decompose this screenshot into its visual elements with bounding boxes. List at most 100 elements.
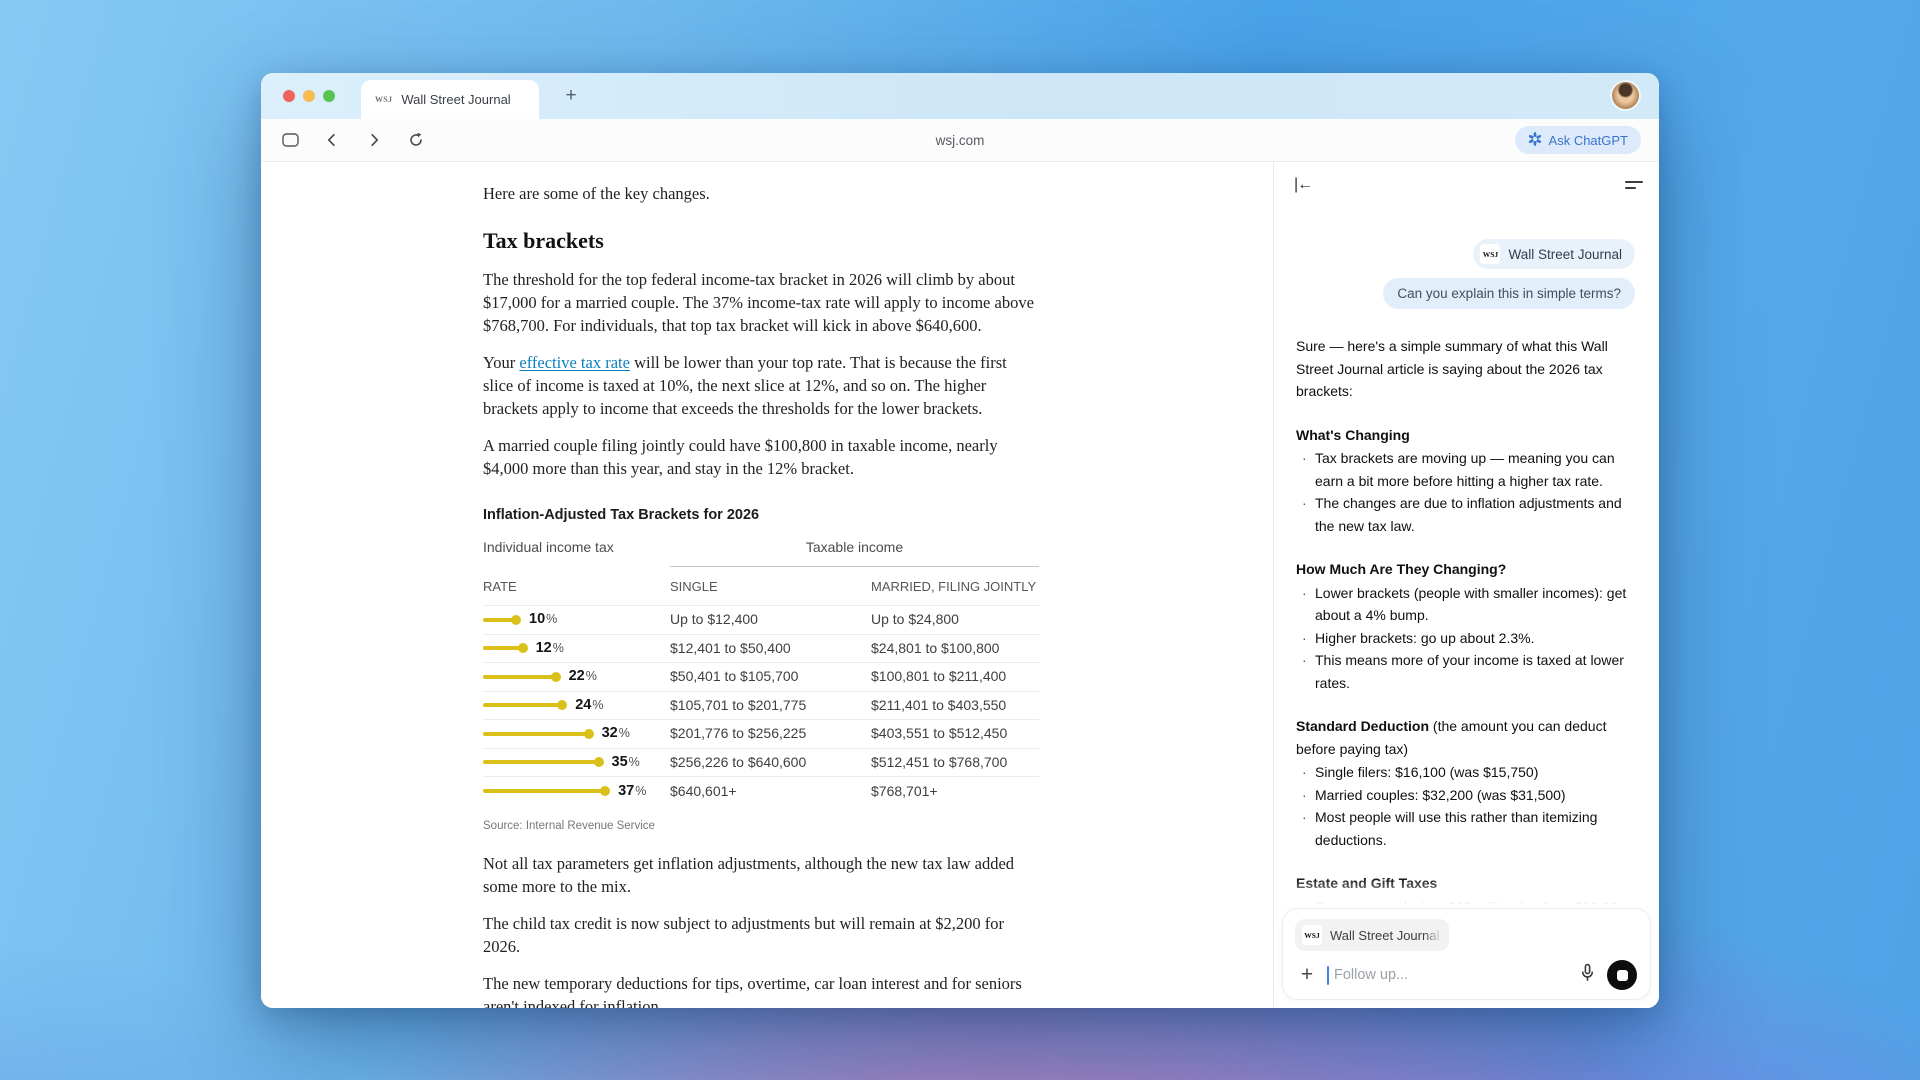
address-bar[interactable]: wsj.com <box>261 119 1659 161</box>
tab-wall-street-journal[interactable]: WSJ Wall Street Journal <box>361 80 539 119</box>
bracket-married-cell: $403,551 to $512,450 <box>871 722 1039 745</box>
assistant-section-heading: How Much Are They Changing? <box>1296 558 1635 581</box>
stop-generating-button[interactable] <box>1607 960 1637 990</box>
sidebar-menu-icon[interactable] <box>1625 181 1643 189</box>
bracket-row: 24%$105,701 to $201,775$211,401 to $403,… <box>483 692 1039 721</box>
follow-up-input[interactable] <box>1334 967 1568 983</box>
microphone-icon[interactable] <box>1578 963 1597 987</box>
minimize-window-button[interactable] <box>303 90 315 102</box>
attach-plus-icon[interactable]: + <box>1297 963 1317 987</box>
rate-bar <box>483 675 556 679</box>
wsj-logo-icon: WSJ <box>1480 244 1500 264</box>
assistant-bullet: Most people will use this rather than it… <box>1296 806 1635 851</box>
bracket-married-cell: $100,801 to $211,400 <box>871 665 1039 688</box>
bracket-married-cell: $512,451 to $768,700 <box>871 751 1039 774</box>
tax-brackets-table: Inflation-Adjusted Tax Brackets for 2026… <box>483 504 1039 838</box>
rate-bar <box>483 789 605 793</box>
assistant-bullet: Married couples: $32,200 (was $31,500) <box>1296 784 1635 807</box>
bracket-single-cell: $256,226 to $640,600 <box>670 751 871 774</box>
article-paragraph: The new temporary deductions for tips, o… <box>483 972 1039 1009</box>
effective-tax-rate-link[interactable]: effective tax rate <box>519 353 630 372</box>
assistant-intro: Sure — here's a simple summary of what t… <box>1296 335 1635 403</box>
assistant-bullet: The changes are due to inflation adjustm… <box>1296 492 1635 537</box>
bracket-married-cell: $24,801 to $100,800 <box>871 637 1039 660</box>
rate-bar <box>483 760 599 764</box>
tab-title: Wall Street Journal <box>401 92 510 107</box>
table-column-headers: RATE SINGLE MARRIED, FILING JOINTLY <box>483 567 1039 606</box>
openai-logo-icon <box>1528 132 1542 149</box>
bracket-rate-cell: 10% <box>483 608 670 631</box>
bracket-row: 35%$256,226 to $640,600$512,451 to $768,… <box>483 749 1039 778</box>
window-controls <box>283 90 335 102</box>
composer-context-chip[interactable]: WSJ Wall Street Journal <box>1295 919 1449 951</box>
rate-bar <box>483 646 523 650</box>
assistant-bullet-list: Tax brackets are moving up — meaning you… <box>1296 447 1635 537</box>
bracket-rate-cell: 24% <box>483 694 670 717</box>
bracket-rate-cell: 12% <box>483 637 670 660</box>
bracket-married-cell: $211,401 to $403,550 <box>871 694 1039 717</box>
table-source: Source: Internal Revenue Service <box>483 815 1039 838</box>
bracket-rate-cell: 37% <box>483 780 670 803</box>
bracket-single-cell: Up to $12,400 <box>670 608 871 631</box>
tab-strip: WSJ Wall Street Journal + <box>261 73 1659 119</box>
bracket-row: 22%$50,401 to $105,700$100,801 to $211,4… <box>483 663 1039 692</box>
article-paragraph: Your effective tax rate will be lower th… <box>483 351 1039 420</box>
bracket-rate-cell: 22% <box>483 665 670 688</box>
section-heading-tax-brackets: Tax brackets <box>483 228 1039 254</box>
article-paragraph: Not all tax parameters get inflation adj… <box>483 852 1039 898</box>
article-paragraph: The threshold for the top federal income… <box>483 268 1039 337</box>
rate-bar <box>483 618 516 622</box>
assistant-section-heading: What's Changing <box>1296 424 1635 447</box>
table-span-header: Taxable income <box>670 536 1039 567</box>
bracket-row: 12%$12,401 to $50,400$24,801 to $100,800 <box>483 635 1039 664</box>
bracket-single-cell: $201,776 to $256,225 <box>670 722 871 745</box>
bracket-single-cell: $640,601+ <box>670 780 871 803</box>
bracket-rate-cell: 35% <box>483 751 670 774</box>
bracket-married-cell: $768,701+ <box>871 780 1039 803</box>
chat-fade-overlay <box>1275 878 1659 912</box>
user-avatar[interactable] <box>1612 82 1639 109</box>
assistant-bullet: Higher brackets: go up about 2.3%. <box>1296 627 1635 650</box>
navigation-bar: wsj.com Ask ChatGPT <box>261 119 1659 162</box>
article-paragraph: A married couple filing jointly could ha… <box>483 434 1039 480</box>
assistant-bullet-list: Lower brackets (people with smaller inco… <box>1296 582 1635 695</box>
assistant-message: Sure — here's a simple summary of what t… <box>1296 335 1635 908</box>
article-paragraph: Here are some of the key changes. <box>483 182 1039 205</box>
assistant-bullet: Tax brackets are moving up — meaning you… <box>1296 447 1635 492</box>
text-cursor <box>1327 966 1329 985</box>
zoom-window-button[interactable] <box>323 90 335 102</box>
bracket-single-cell: $105,701 to $201,775 <box>670 694 871 717</box>
table-title: Inflation-Adjusted Tax Brackets for 2026 <box>483 504 1039 527</box>
wsj-logo-icon: WSJ <box>1302 925 1322 945</box>
bracket-single-cell: $50,401 to $105,700 <box>670 665 871 688</box>
assistant-bullet: Single filers: $16,100 (was $15,750) <box>1296 761 1635 784</box>
assistant-bullet-list: Single filers: $16,100 (was $15,750)Marr… <box>1296 761 1635 851</box>
user-message-bubble: Can you explain this in simple terms? <box>1383 278 1635 309</box>
rate-bar <box>483 732 589 736</box>
chatgpt-sidebar: |← WSJ Wall Street Journal Can you expla… <box>1273 163 1659 1008</box>
table-left-header: Individual income tax <box>483 536 670 567</box>
new-tab-button[interactable]: + <box>557 82 585 110</box>
page-context-chip: WSJ Wall Street Journal <box>1473 239 1635 269</box>
assistant-bullet: This means more of your income is taxed … <box>1296 649 1635 694</box>
close-window-button[interactable] <box>283 90 295 102</box>
bracket-rate-cell: 32% <box>483 722 670 745</box>
chat-thread: WSJ Wall Street Journal Can you explain … <box>1296 207 1635 908</box>
stop-icon <box>1617 970 1628 981</box>
rate-bar <box>483 703 562 707</box>
browser-window: WSJ Wall Street Journal + wsj.com <box>261 73 1659 1008</box>
chat-composer: WSJ Wall Street Journal + <box>1282 908 1651 1000</box>
bracket-row: 37%$640,601+$768,701+ <box>483 777 1039 806</box>
article-paragraph: The child tax credit is now subject to a… <box>483 912 1039 958</box>
bracket-married-cell: Up to $24,800 <box>871 608 1039 631</box>
assistant-section-heading: Standard Deduction (the amount you can d… <box>1296 715 1635 760</box>
bracket-single-cell: $12,401 to $50,400 <box>670 637 871 660</box>
page-content: Here are some of the key changes. Tax br… <box>261 163 1273 1008</box>
assistant-bullet: Lower brackets (people with smaller inco… <box>1296 582 1635 627</box>
wsj-favicon-icon: WSJ <box>375 95 392 104</box>
bracket-row: 32%$201,776 to $256,225$403,551 to $512,… <box>483 720 1039 749</box>
ask-chatgpt-button[interactable]: Ask ChatGPT <box>1515 126 1641 154</box>
ask-chatgpt-label: Ask ChatGPT <box>1549 133 1628 148</box>
collapse-sidebar-icon[interactable]: |← <box>1294 176 1312 194</box>
bracket-row: 10%Up to $12,400Up to $24,800 <box>483 606 1039 635</box>
